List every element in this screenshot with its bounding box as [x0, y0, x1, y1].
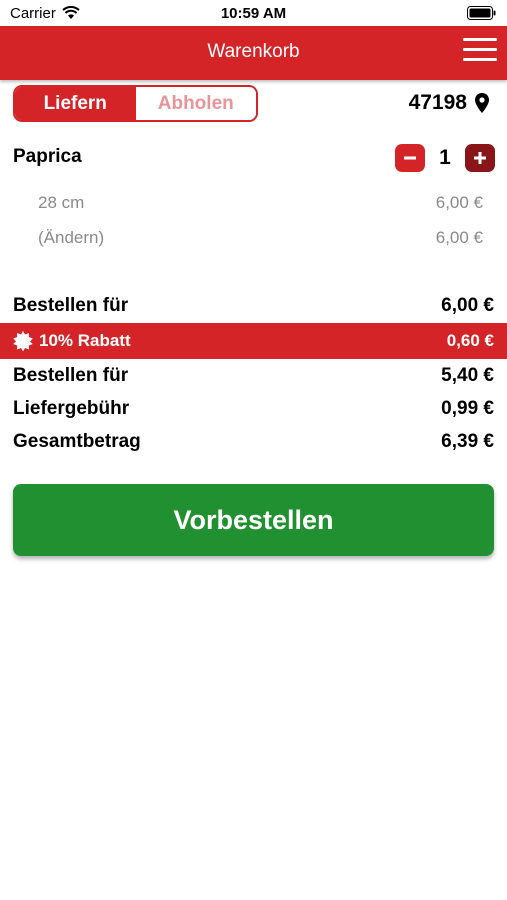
- option-price: 6,00 €: [435, 228, 483, 247]
- status-bar: Carrier 10:59 AM: [0, 0, 507, 26]
- change-option-link[interactable]: (Ändern): [38, 228, 104, 248]
- subtotal-row: Bestellen für 6,00 €: [13, 295, 494, 317]
- product-name: Paprica: [13, 146, 82, 167]
- location-pin-icon: [475, 93, 489, 113]
- total-row: Gesamtbetrag 6,39 €: [13, 431, 494, 453]
- subtotal-value: 6,00 €: [441, 295, 494, 316]
- product-change-row[interactable]: (Ändern) 6,00 €: [38, 228, 483, 248]
- battery-icon: [467, 6, 496, 20]
- hamburger-menu-icon[interactable]: [463, 38, 497, 64]
- discounted-subtotal-value: 5,40 €: [441, 365, 494, 386]
- discount-value: 0,60 €: [446, 331, 494, 350]
- preorder-button[interactable]: Vorbestellen: [13, 484, 494, 556]
- tab-liefern[interactable]: Liefern: [15, 87, 136, 120]
- increase-quantity-button[interactable]: [465, 144, 495, 172]
- discounted-subtotal-row: Bestellen für 5,40 €: [13, 365, 494, 387]
- decrease-quantity-button[interactable]: [395, 144, 425, 172]
- location-selector[interactable]: 47198: [409, 91, 489, 115]
- quantity-stepper: 1: [395, 144, 495, 172]
- discounted-subtotal-label: Bestellen für: [13, 365, 129, 386]
- plus-icon: [474, 152, 486, 164]
- page-title: Warenkorb: [207, 41, 300, 62]
- delivery-fee-value: 0,99 €: [441, 398, 494, 419]
- subtotal-label: Bestellen für: [13, 295, 129, 316]
- quantity-value: 1: [439, 146, 451, 169]
- total-value: 6,39 €: [441, 431, 494, 452]
- status-time: 10:59 AM: [220, 5, 287, 22]
- product-option-row: 28 cm 6,00 €: [38, 193, 483, 213]
- delivery-fee-row: Liefergebühr 0,99 €: [13, 398, 494, 420]
- discount-label: 10% Rabatt: [39, 331, 131, 350]
- discount-badge-icon: [13, 331, 33, 351]
- discount-row: 10% Rabatt 0,60 €: [0, 323, 507, 359]
- total-label: Gesamtbetrag: [13, 431, 141, 452]
- tab-abholen[interactable]: Abholen: [135, 87, 256, 120]
- option-price: 6,00 €: [435, 193, 483, 212]
- minus-icon: [404, 156, 416, 160]
- zip-code: 47198: [408, 91, 467, 114]
- delivery-mode-toggle: Liefern Abholen: [13, 85, 258, 122]
- header-bar: Warenkorb: [0, 26, 507, 80]
- option-label: 28 cm: [38, 193, 85, 212]
- delivery-fee-label: Liefergebühr: [13, 398, 130, 419]
